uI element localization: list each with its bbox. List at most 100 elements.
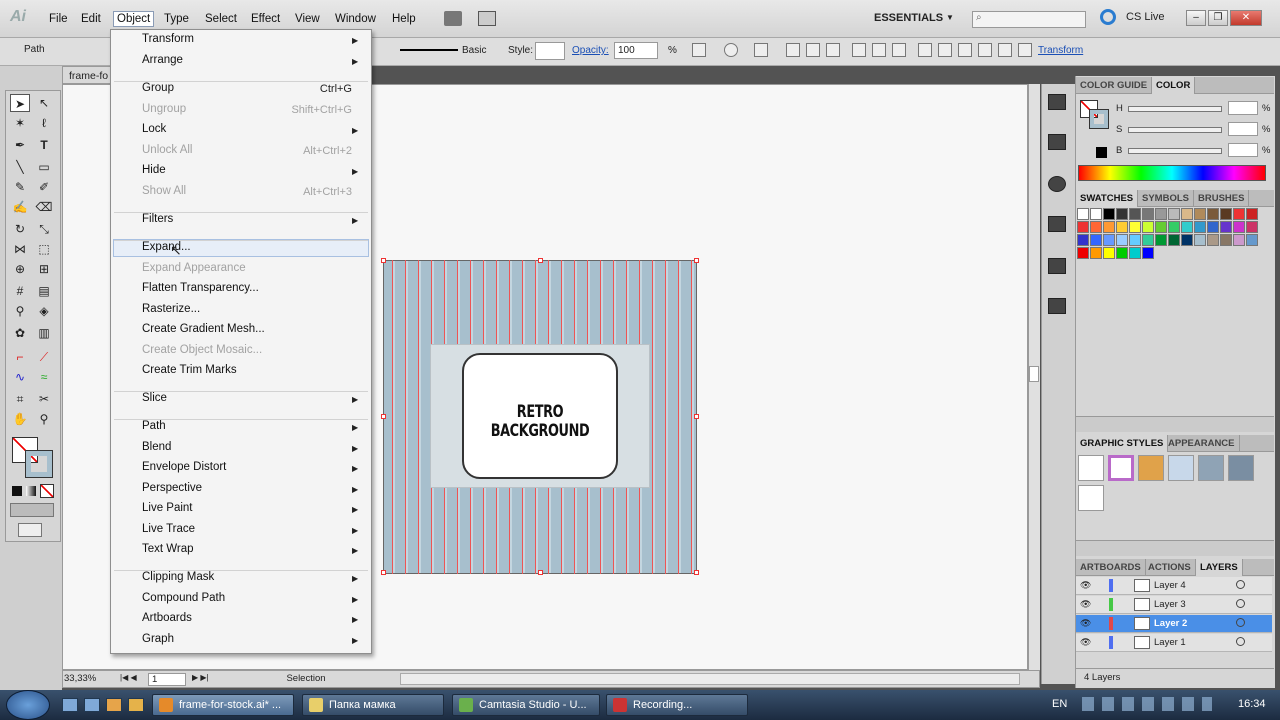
- menu-item-filters[interactable]: Filters: [142, 213, 173, 225]
- color-swatch[interactable]: [1233, 221, 1245, 233]
- color-swatch[interactable]: [1103, 208, 1115, 220]
- channel-b-slider[interactable]: [1128, 148, 1222, 154]
- next-artboard-icon[interactable]: ▶ ▶|: [192, 673, 209, 682]
- color-swatch[interactable]: [1168, 208, 1180, 220]
- menu-item-blend[interactable]: Blend: [142, 441, 171, 453]
- menu-item-arrange[interactable]: Arrange: [142, 54, 183, 66]
- menu-object[interactable]: Object: [113, 11, 155, 27]
- lasso-tool-icon[interactable]: ℓ: [34, 114, 54, 132]
- color-swatch[interactable]: [1142, 221, 1154, 233]
- explorer-icon[interactable]: [84, 698, 100, 712]
- hand-tool-icon[interactable]: ✋: [10, 410, 30, 428]
- eraser-tool-icon[interactable]: ⌫: [34, 198, 54, 216]
- menu-view[interactable]: View: [292, 12, 323, 26]
- color-swatch[interactable]: [1246, 221, 1258, 233]
- menu-item-lock[interactable]: Lock: [142, 123, 166, 135]
- menu-item-graph[interactable]: Graph: [142, 633, 174, 645]
- bbox-handle[interactable]: [694, 258, 699, 263]
- align-left-icon[interactable]: [786, 43, 800, 57]
- bbox-handle[interactable]: [538, 258, 543, 263]
- channel-s-input[interactable]: [1228, 122, 1258, 136]
- illustrator-quick-icon[interactable]: [128, 698, 144, 712]
- color-mode-icon[interactable]: [12, 486, 22, 496]
- mesh-tool-icon[interactable]: #: [10, 282, 30, 300]
- select-similar-icon[interactable]: [754, 43, 768, 57]
- color-swatch[interactable]: [1194, 221, 1206, 233]
- isolate-icon[interactable]: [724, 43, 738, 57]
- menu-item-expand[interactable]: Expand...: [142, 241, 191, 253]
- rectangle-tool-icon[interactable]: ▭: [34, 158, 54, 176]
- black-swatch[interactable]: [1096, 147, 1107, 158]
- tab-color[interactable]: COLOR: [1152, 77, 1196, 94]
- channel-s-slider[interactable]: [1128, 127, 1222, 133]
- color-swatch[interactable]: [1168, 234, 1180, 246]
- taskbar-illustrator[interactable]: frame-for-stock.ai* ...: [152, 694, 294, 716]
- color-swatch[interactable]: [1077, 208, 1089, 220]
- color-swatch[interactable]: [1142, 247, 1154, 259]
- slice-tool-icon[interactable]: ⟋: [34, 348, 54, 366]
- clock[interactable]: 16:34: [1238, 698, 1266, 710]
- color-swatch[interactable]: [1077, 221, 1089, 233]
- layer-name[interactable]: Layer 3: [1154, 599, 1186, 610]
- layer-target-icon[interactable]: [1236, 580, 1245, 589]
- color-swatch[interactable]: [1181, 234, 1193, 246]
- pen-tool-icon[interactable]: ✒: [10, 136, 30, 154]
- bbox-handle[interactable]: [538, 570, 543, 575]
- color-swatch[interactable]: [1155, 234, 1167, 246]
- layer-target-icon[interactable]: [1236, 599, 1245, 608]
- distribute-bottom-icon[interactable]: [958, 43, 972, 57]
- color-swatch[interactable]: [1077, 234, 1089, 246]
- direct-selection-tool-icon[interactable]: ↖: [34, 94, 54, 112]
- align-panel-icon[interactable]: [1048, 134, 1066, 150]
- layer-name[interactable]: Layer 4: [1154, 580, 1186, 591]
- distribute-left-icon[interactable]: [978, 43, 992, 57]
- graphic-style-default[interactable]: [1078, 455, 1104, 481]
- type-tool-icon[interactable]: T: [34, 136, 54, 154]
- distribute-top-icon[interactable]: [918, 43, 932, 57]
- color-swatch[interactable]: [1233, 234, 1245, 246]
- color-swatch[interactable]: [1116, 221, 1128, 233]
- smooth-tool-icon[interactable]: ≈: [34, 368, 54, 386]
- menu-item-path[interactable]: Path: [142, 420, 166, 432]
- crop-tool-icon[interactable]: ⌗: [10, 390, 30, 408]
- menu-item-hide[interactable]: Hide: [142, 164, 166, 176]
- bbox-handle[interactable]: [694, 414, 699, 419]
- symbol-sprayer-tool-icon[interactable]: ✿: [10, 324, 30, 342]
- color-swatch[interactable]: [1116, 234, 1128, 246]
- align-right-icon[interactable]: [826, 43, 840, 57]
- free-transform-tool-icon[interactable]: ⬚: [34, 240, 54, 258]
- tab-symbols[interactable]: SYMBOLS: [1138, 190, 1194, 207]
- color-swatch[interactable]: [1077, 247, 1089, 259]
- color-swatch[interactable]: [1181, 208, 1193, 220]
- restore-button[interactable]: ❐: [1208, 10, 1228, 26]
- menu-item-create-trim-marks[interactable]: Create Trim Marks: [142, 364, 237, 376]
- artboard-navigation[interactable]: 1: [148, 673, 186, 686]
- color-swatch[interactable]: [1116, 208, 1128, 220]
- color-swatch[interactable]: [1220, 208, 1232, 220]
- drawing-modes-icon[interactable]: [10, 503, 54, 517]
- chevron-down-icon[interactable]: ▼: [946, 13, 954, 22]
- graphic-style-picker[interactable]: [535, 42, 565, 60]
- bbox-handle[interactable]: [694, 570, 699, 575]
- opacity-input[interactable]: 100: [614, 42, 658, 59]
- shape-builder-tool-icon[interactable]: ⊕: [10, 260, 30, 278]
- stroke-profile-preview[interactable]: [400, 49, 458, 51]
- blend-tool-icon[interactable]: ◈: [34, 302, 54, 320]
- menu-item-perspective[interactable]: Perspective: [142, 482, 202, 494]
- arrange-documents-icon[interactable]: [478, 11, 496, 26]
- tab-appearance[interactable]: APPEARANCE: [1164, 435, 1240, 452]
- color-swatch[interactable]: [1129, 221, 1141, 233]
- language-indicator[interactable]: EN: [1052, 698, 1067, 710]
- color-swatch[interactable]: [1129, 234, 1141, 246]
- color-swatch[interactable]: [1233, 208, 1245, 220]
- color-swatch[interactable]: [1103, 221, 1115, 233]
- color-stroke-swatch[interactable]: [1089, 109, 1109, 129]
- layer-target-icon[interactable]: [1236, 637, 1245, 646]
- menu-item-compound-path[interactable]: Compound Path: [142, 592, 225, 604]
- color-swatch[interactable]: [1090, 221, 1102, 233]
- menu-item-live-trace[interactable]: Live Trace: [142, 523, 195, 535]
- layer-name[interactable]: Layer 1: [1154, 637, 1186, 648]
- layer-target-icon[interactable]: [1236, 618, 1245, 627]
- visibility-eye-icon[interactable]: 👁: [1080, 637, 1091, 648]
- color-swatch[interactable]: [1246, 208, 1258, 220]
